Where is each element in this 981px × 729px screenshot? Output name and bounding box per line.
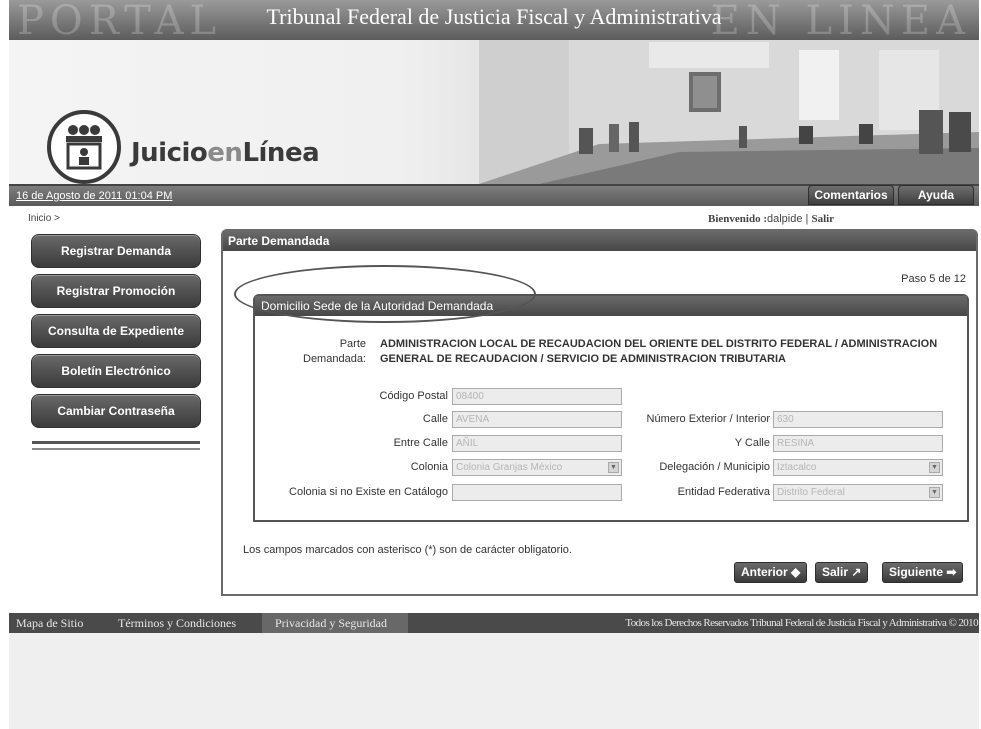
colonia-label: Colonia	[410, 461, 448, 473]
nav-registrar-promocion[interactable]: Registrar Promoción	[31, 274, 201, 308]
exit-arrow-icon: ↗	[851, 565, 862, 579]
dropdown-arrow-icon[interactable]: ▼	[608, 462, 619, 473]
nav-registrar-demanda[interactable]: Registrar Demanda	[31, 234, 201, 268]
nav-cambiar-contrasena[interactable]: Cambiar Contraseña	[31, 394, 201, 428]
codigo-postal-label: Código Postal	[379, 390, 449, 402]
mapa-de-sitio-link[interactable]: Mapa de Sitio	[16, 616, 83, 631]
nav-divider	[32, 441, 200, 444]
logo-icon	[47, 110, 121, 184]
colonia-no-existe-label: Colonia si no Existe en Catálogo	[289, 486, 448, 498]
arrow-left-icon: ◆	[791, 565, 801, 579]
top-banner: PORTAL EN LINEA Tribunal Federal de Just…	[9, 0, 979, 40]
highlight-ellipse	[234, 265, 536, 323]
panel-title: Parte Demandada	[223, 231, 976, 251]
tribunal-title: Tribunal Federal de Justicia Fiscal y Ad…	[266, 4, 722, 29]
salir-link[interactable]: Salir	[811, 213, 834, 225]
entre-calle-field[interactable]: AÑIL	[452, 435, 622, 452]
entre-calle-label: Entre Calle	[393, 437, 448, 449]
calle-label: Calle	[422, 413, 448, 425]
welcome-bar: Bienvenido :dalpide | Salir	[708, 213, 834, 225]
codigo-postal-field[interactable]: 08400	[452, 388, 622, 405]
courtroom-image	[479, 40, 979, 184]
copyright-text: Todos los Derechos Reservados Tribunal F…	[625, 617, 978, 629]
comentarios-button[interactable]: Comentarios	[808, 185, 894, 205]
step-indicator: Paso 5 de 12	[901, 273, 966, 285]
bottom-area	[9, 633, 979, 729]
parte-demandada-label: Parte Demandada:	[303, 338, 366, 365]
salir-button[interactable]: Salir ↗	[815, 562, 869, 583]
calle-field[interactable]: AVENA	[452, 411, 622, 428]
nav-consulta-expediente[interactable]: Consulta de Expediente	[31, 314, 201, 348]
numero-field[interactable]: 630	[773, 411, 943, 428]
header-area: JuicioenLínea	[9, 40, 979, 184]
arrow-right-icon: ➡	[946, 565, 957, 579]
nav-divider	[32, 448, 200, 450]
ayuda-button[interactable]: Ayuda	[898, 185, 974, 205]
current-date: 16 de Agosto de 2011 01:04 PM	[16, 190, 173, 202]
terminos-link[interactable]: Términos y Condiciones	[118, 616, 236, 631]
anterior-button[interactable]: Anterior ◆	[734, 562, 808, 583]
numero-label: Número Exterior / Interior	[646, 413, 770, 425]
breadcrumb[interactable]: Inicio >	[28, 213, 60, 224]
welcome-label: Bienvenido :	[708, 213, 767, 225]
dropdown-arrow-icon[interactable]: ▼	[929, 462, 940, 473]
entidad-select[interactable]: Distrito Federal ▼	[773, 484, 943, 501]
logo-wordmark: JuicioenLínea	[131, 138, 320, 168]
colonia-no-existe-field[interactable]	[452, 484, 622, 501]
nav-boletin-electronico[interactable]: Boletín Electrónico	[31, 354, 201, 388]
y-calle-label: Y Calle	[734, 437, 770, 449]
colonia-select[interactable]: Colonia Granjas México ▼	[452, 459, 622, 476]
delegacion-select[interactable]: Iztacalco ▼	[773, 459, 943, 476]
required-fields-note: Los campos marcados con asterisco (*) so…	[243, 544, 572, 556]
privacidad-link[interactable]: Privacidad y Seguridad	[275, 616, 387, 631]
y-calle-field[interactable]: RESINA	[773, 435, 943, 452]
parte-demandada-value: ADMINISTRACION LOCAL DE RECAUDACION DEL …	[380, 338, 938, 365]
delegacion-label: Delegación / Municipio	[659, 461, 770, 473]
siguiente-button[interactable]: Siguiente ➡	[882, 562, 964, 583]
username: dalpide	[766, 213, 803, 225]
entidad-label: Entidad Federativa	[677, 486, 770, 498]
dropdown-arrow-icon[interactable]: ▼	[929, 487, 940, 498]
